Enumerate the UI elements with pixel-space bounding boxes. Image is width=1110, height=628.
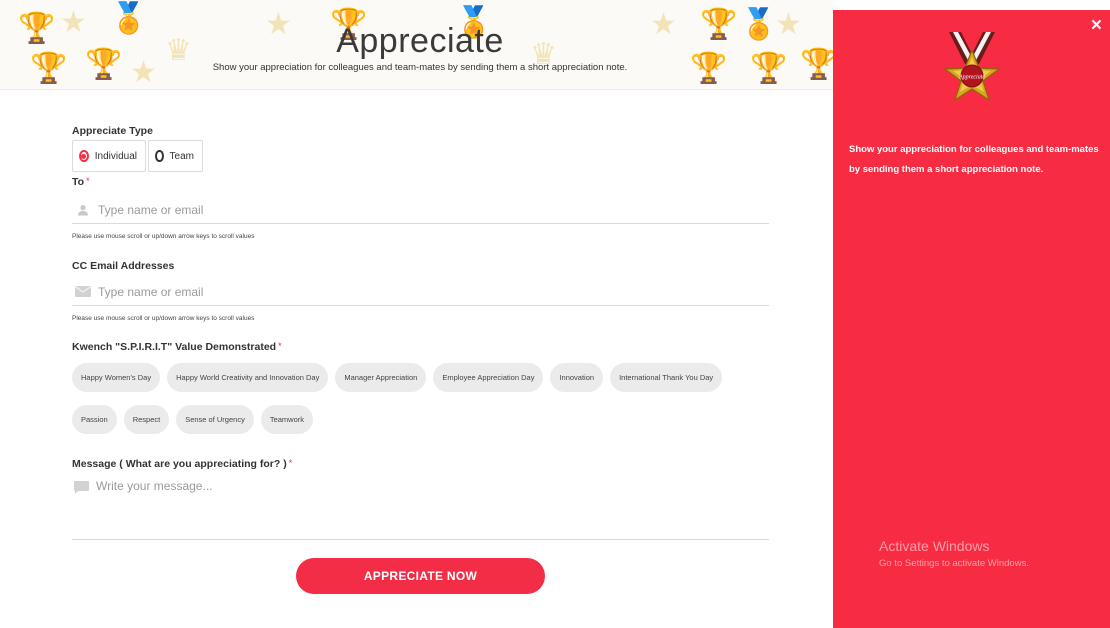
to-hint: Please use mouse scroll or up/down arrow… xyxy=(72,233,255,240)
values-label: Kwench "S.P.I.R.I.T" Value Demonstrated * xyxy=(72,341,282,353)
page-subtitle: Show your appreciation for colleagues an… xyxy=(212,62,628,73)
radio-checked-icon xyxy=(79,150,89,162)
appreciate-type-label-text: Appreciate Type xyxy=(72,125,153,137)
required-mark: * xyxy=(288,458,293,468)
radio-unchecked-icon xyxy=(155,150,164,162)
radio-team-label: Team xyxy=(169,150,194,162)
message-input[interactable] xyxy=(96,479,769,519)
page-title: Appreciate xyxy=(336,22,504,60)
cc-hint: Please use mouse scroll or up/down arrow… xyxy=(72,315,255,322)
message-label: Message ( What are you appreciating for?… xyxy=(72,458,292,470)
cc-input[interactable] xyxy=(98,284,769,299)
radio-individual[interactable]: Individual xyxy=(72,140,146,172)
cc-label: CC Email Addresses xyxy=(72,260,174,272)
radio-team[interactable]: Team xyxy=(148,140,203,172)
message-field[interactable] xyxy=(72,475,769,540)
value-chip[interactable]: Happy Women's Day xyxy=(72,363,161,392)
value-chip[interactable]: Respect xyxy=(123,405,170,434)
envelope-icon xyxy=(74,286,92,297)
svg-text:Appreciate: Appreciate xyxy=(958,75,985,81)
appreciate-badge-icon: Appreciate xyxy=(941,30,1003,106)
required-mark: * xyxy=(278,341,282,351)
windows-watermark-title: Activate Windows xyxy=(879,538,990,554)
value-chip[interactable]: Sense of Urgency xyxy=(176,405,254,434)
user-icon xyxy=(74,204,92,216)
values-label-text: Kwench "S.P.I.R.I.T" Value Demonstrated xyxy=(72,341,277,353)
value-chip[interactable]: International Thank You Day xyxy=(610,363,723,392)
to-label: To * xyxy=(72,176,90,188)
to-label-text: To xyxy=(72,176,85,188)
to-input[interactable] xyxy=(98,202,769,217)
windows-watermark-subtitle: Go to Settings to activate Windows. xyxy=(879,558,1029,569)
radio-individual-label: Individual xyxy=(94,150,137,162)
appreciate-type-label: Appreciate Type xyxy=(72,125,153,137)
to-field[interactable] xyxy=(72,196,769,224)
appreciate-now-button[interactable]: APPRECIATE NOW xyxy=(296,558,545,594)
info-panel: × Appreciate Show your appreciation for … xyxy=(833,10,1110,628)
page-header: 🏆 ★ 🏅 ♛ 🏆 🏆 ★ ★ 🏆 🏅 ♛ ★ 🏆 🏅 ★ 🏆 🏆 🏆 Appr… xyxy=(0,0,833,90)
value-chip[interactable]: Passion xyxy=(72,405,117,434)
required-mark: * xyxy=(86,176,90,186)
cc-field[interactable] xyxy=(72,278,769,306)
value-chip[interactable]: Employee Appreciation Day xyxy=(433,363,544,392)
close-icon[interactable]: × xyxy=(1091,16,1102,35)
value-chip[interactable]: Innovation xyxy=(550,363,604,392)
values-chips-row-1: Happy Women's Day Happy World Creativity… xyxy=(72,363,769,392)
cc-label-text: CC Email Addresses xyxy=(72,260,175,272)
panel-description: Show your appreciation for colleagues an… xyxy=(849,144,1099,175)
message-label-text: Message ( What are you appreciating for?… xyxy=(72,458,287,470)
comment-icon xyxy=(72,481,90,494)
value-chip[interactable]: Happy World Creativity and Innovation Da… xyxy=(167,363,329,392)
value-chip[interactable]: Teamwork xyxy=(260,405,314,434)
value-chip[interactable]: Manager Appreciation xyxy=(335,363,427,392)
values-chips-row-2: Passion Respect Sense of Urgency Teamwor… xyxy=(72,405,769,434)
